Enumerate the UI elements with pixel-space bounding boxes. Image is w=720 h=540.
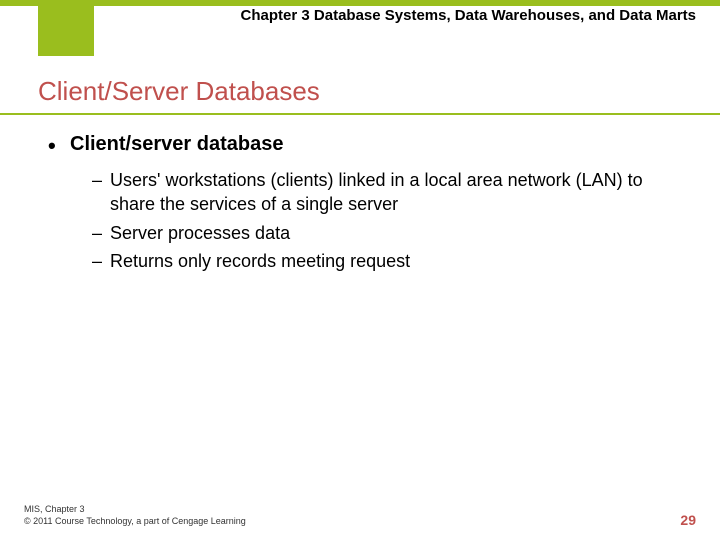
list-item: Server processes data [92, 221, 682, 245]
slide-content: Client/server database Users' workstatio… [0, 133, 720, 273]
chapter-title: Chapter 3 Database Systems, Data Warehou… [140, 6, 696, 26]
footer-copyright: © 2011 Course Technology, a part of Ceng… [24, 515, 246, 528]
section-divider [0, 113, 720, 115]
main-bullet: Client/server database [48, 133, 682, 156]
section-title: Client/Server Databases [38, 76, 720, 107]
page-number: 29 [680, 512, 696, 528]
header-accent-square [38, 0, 94, 56]
footer-chapter-ref: MIS, Chapter 3 [24, 503, 246, 516]
list-item: Users' workstations (clients) linked in … [92, 168, 682, 217]
footer-credits: MIS, Chapter 3 © 2011 Course Technology,… [24, 503, 246, 528]
slide-header: Chapter 3 Database Systems, Data Warehou… [0, 0, 720, 56]
slide-footer: MIS, Chapter 3 © 2011 Course Technology,… [24, 503, 696, 528]
list-item: Returns only records meeting request [92, 249, 682, 273]
sub-bullet-list: Users' workstations (clients) linked in … [48, 168, 682, 273]
